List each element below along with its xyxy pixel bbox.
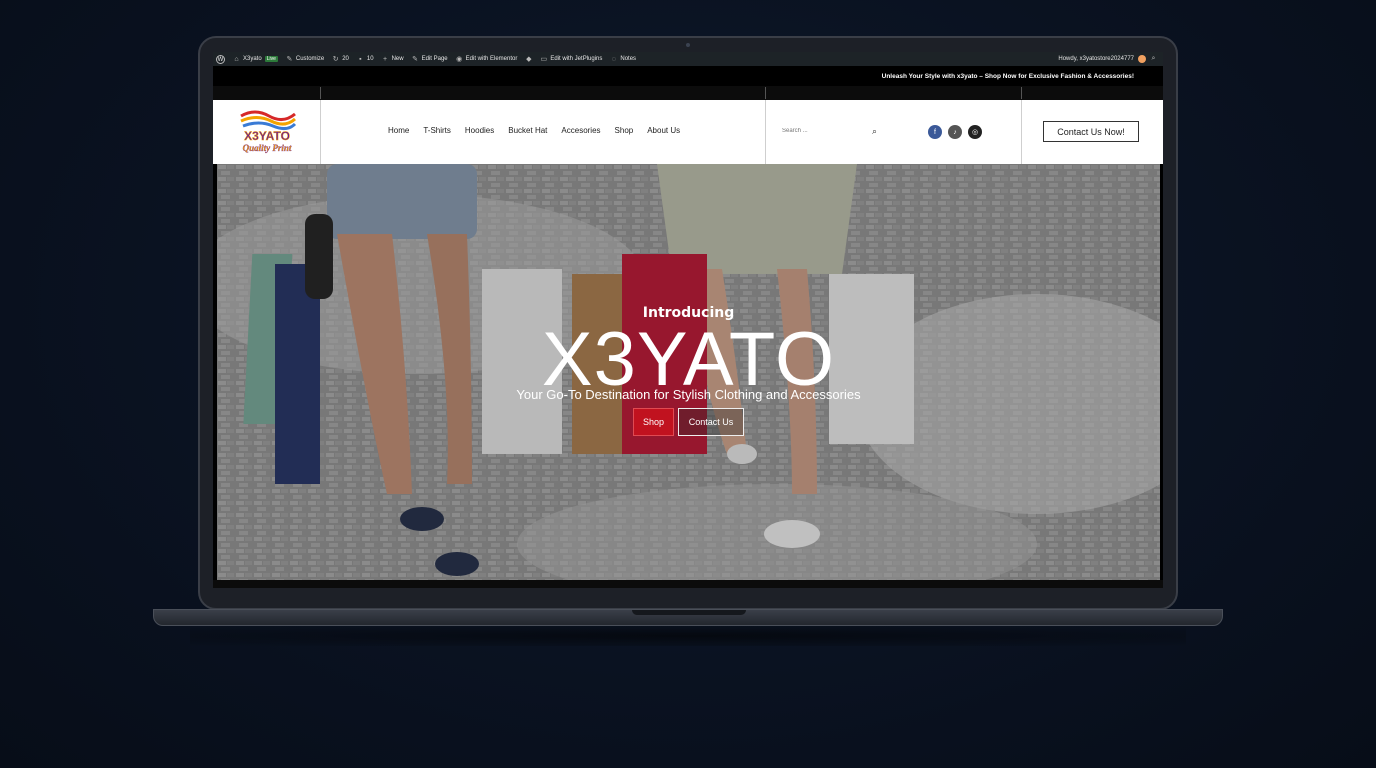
laptop-screen: W ⌂ X3yato Live ✎ Customize ↻ 20 ▪ 10 + … <box>213 52 1163 588</box>
diamond-icon: ◆ <box>526 56 532 63</box>
main-nav: Home T-Shirts Hoodies Bucket Hat Accesor… <box>388 126 680 135</box>
nav-shop[interactable]: Shop <box>615 126 634 135</box>
admin-diamond[interactable]: ◆ <box>525 56 532 63</box>
screen-bottom-strip <box>213 580 1163 588</box>
laptop-notch <box>632 610 746 615</box>
admin-site-name[interactable]: ⌂ X3yato Live <box>233 56 278 63</box>
edit-elementor-label: Edit with Elementor <box>465 56 518 62</box>
comments-count: 10 <box>366 56 374 62</box>
nav-home[interactable]: Home <box>388 126 409 135</box>
nav-bucket-hat[interactable]: Bucket Hat <box>508 126 547 135</box>
header-divider <box>1021 100 1022 164</box>
search-icon[interactable]: ⌕ <box>1150 55 1157 63</box>
divider <box>1021 87 1022 99</box>
hero-subtitle: Your Go-To Destination for Stylish Cloth… <box>516 387 861 402</box>
notes-icon: ◌ <box>611 55 616 63</box>
header-divider <box>765 100 766 164</box>
new-label: New <box>391 56 404 62</box>
nav-about-us[interactable]: About Us <box>647 126 680 135</box>
facebook-icon[interactable]: f <box>928 125 942 139</box>
divider <box>765 87 766 99</box>
admin-notes[interactable]: ◌ Notes <box>610 56 636 63</box>
pencil-icon: ✎ <box>412 56 419 63</box>
nav-accesories[interactable]: Accesories <box>561 126 600 135</box>
announcement-bar: Unleash Your Style with x3yato – Shop No… <box>213 66 1163 86</box>
header-top-strip <box>213 86 1163 100</box>
edit-jetplugins-label: Edit with JetPlugins <box>550 56 603 62</box>
site-header: X3YATO Quality Print Home T-Shirts Hoodi… <box>213 100 1163 164</box>
laptop-shadow <box>190 626 1186 646</box>
site-name-label: X3yato <box>243 56 262 62</box>
search-input[interactable] <box>780 127 864 135</box>
search-icon[interactable]: ⌕ <box>872 126 877 137</box>
header-divider <box>320 100 321 164</box>
notes-label: Notes <box>620 56 637 62</box>
admin-comments[interactable]: ▪ 10 <box>357 55 374 63</box>
announcement-text: Unleash Your Style with x3yato – Shop No… <box>881 72 1134 80</box>
wp-admin-bar: W ⌂ X3yato Live ✎ Customize ↻ 20 ▪ 10 + … <box>213 52 1163 66</box>
live-badge: Live <box>264 56 278 62</box>
customize-label: Customize <box>295 56 325 62</box>
comment-icon: ▪ <box>359 55 362 63</box>
webcam <box>686 43 690 47</box>
shop-button[interactable]: Shop <box>633 408 674 436</box>
hero-section: Introducing X3YATO Your Go-To Destinatio… <box>217 164 1160 582</box>
howdy-label: Howdy, x3yatostore2024777 <box>1058 56 1134 62</box>
admin-edit-page[interactable]: ✎ Edit Page <box>412 56 448 63</box>
contact-us-now-button[interactable]: Contact Us Now! <box>1043 121 1139 142</box>
hero-buttons: Shop Contact Us <box>217 408 1160 436</box>
plus-icon: + <box>383 55 388 63</box>
nav-t-shirts[interactable]: T-Shirts <box>423 126 451 135</box>
logo-wordmark: X3YATO <box>244 129 290 143</box>
admin-customize[interactable]: ✎ Customize <box>286 56 324 63</box>
brush-icon: ✎ <box>286 56 293 63</box>
updates-icon: ↻ <box>332 56 339 63</box>
instagram-icon[interactable]: ◎ <box>968 125 982 139</box>
jetplugins-icon: ▭ <box>540 56 548 63</box>
search-box: ⌕ <box>780 120 884 142</box>
contact-us-button[interactable]: Contact Us <box>678 408 744 436</box>
logo-tagline: Quality Print <box>243 143 292 153</box>
wordpress-logo-icon[interactable]: W <box>216 54 225 64</box>
admin-edit-elementor[interactable]: ◉ Edit with Elementor <box>456 56 518 63</box>
admin-new[interactable]: + New <box>382 56 404 63</box>
avatar <box>1138 55 1146 63</box>
site-logo[interactable]: X3YATO Quality Print <box>235 106 299 158</box>
nav-hoodies[interactable]: Hoodies <box>465 126 494 135</box>
updates-count: 20 <box>342 56 349 62</box>
laptop-base <box>153 609 1223 626</box>
edit-page-label: Edit Page <box>421 56 448 62</box>
home-icon: ⌂ <box>234 55 239 63</box>
admin-edit-jetplugins[interactable]: ▭ Edit with JetPlugins <box>540 56 603 63</box>
tiktok-icon[interactable]: ♪ <box>948 125 962 139</box>
admin-account[interactable]: Howdy, x3yatostore2024777 ⌕ <box>1058 55 1163 63</box>
divider <box>320 87 321 99</box>
admin-updates[interactable]: ↻ 20 <box>332 56 349 63</box>
elementor-icon: ◉ <box>456 56 463 63</box>
